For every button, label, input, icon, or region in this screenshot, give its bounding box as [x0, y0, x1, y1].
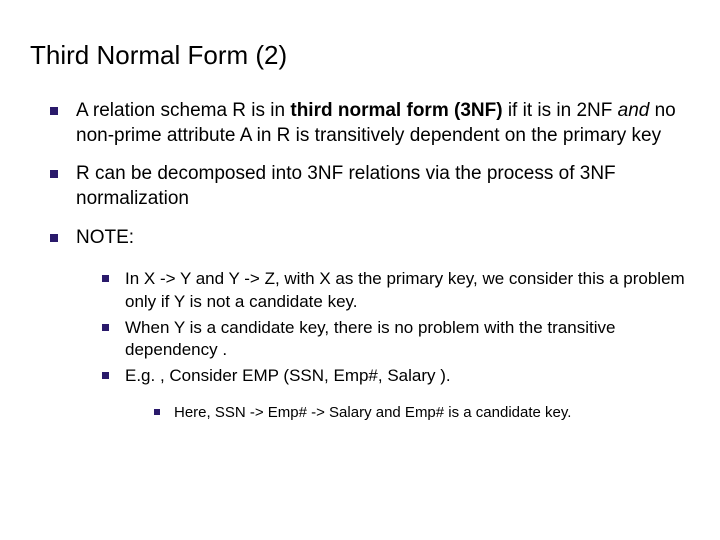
square-bullet-icon — [50, 107, 58, 115]
bullet-list: A relation schema R is in third normal f… — [30, 99, 690, 422]
list-item-text: Here, SSN -> Emp# -> Salary and Emp# is … — [174, 403, 690, 423]
list-item-text: A relation schema R is in third normal f… — [76, 99, 690, 148]
list-item: A relation schema R is in third normal f… — [30, 99, 690, 148]
square-bullet-icon — [154, 409, 160, 415]
list-item-text: In X -> Y and Y -> Z, with X as the prim… — [125, 268, 690, 312]
square-bullet-icon — [50, 170, 58, 178]
list-item-text: R can be decomposed into 3NF relations v… — [76, 162, 690, 211]
square-bullet-icon — [50, 234, 58, 242]
list-item-text: When Y is a candidate key, there is no p… — [125, 317, 690, 361]
list-item: When Y is a candidate key, there is no p… — [30, 317, 690, 361]
list-item: In X -> Y and Y -> Z, with X as the prim… — [30, 268, 690, 312]
list-item: R can be decomposed into 3NF relations v… — [30, 162, 690, 211]
list-item: E.g. , Consider EMP (SSN, Emp#, Salary )… — [30, 365, 690, 387]
list-item-text: NOTE: — [76, 226, 690, 251]
square-bullet-icon — [102, 324, 109, 331]
square-bullet-icon — [102, 275, 109, 282]
slide-title: Third Normal Form (2) — [30, 40, 690, 71]
square-bullet-icon — [102, 372, 109, 379]
list-item-text: E.g. , Consider EMP (SSN, Emp#, Salary )… — [125, 365, 690, 387]
list-item: Here, SSN -> Emp# -> Salary and Emp# is … — [30, 403, 690, 423]
list-item: NOTE: — [30, 226, 690, 251]
